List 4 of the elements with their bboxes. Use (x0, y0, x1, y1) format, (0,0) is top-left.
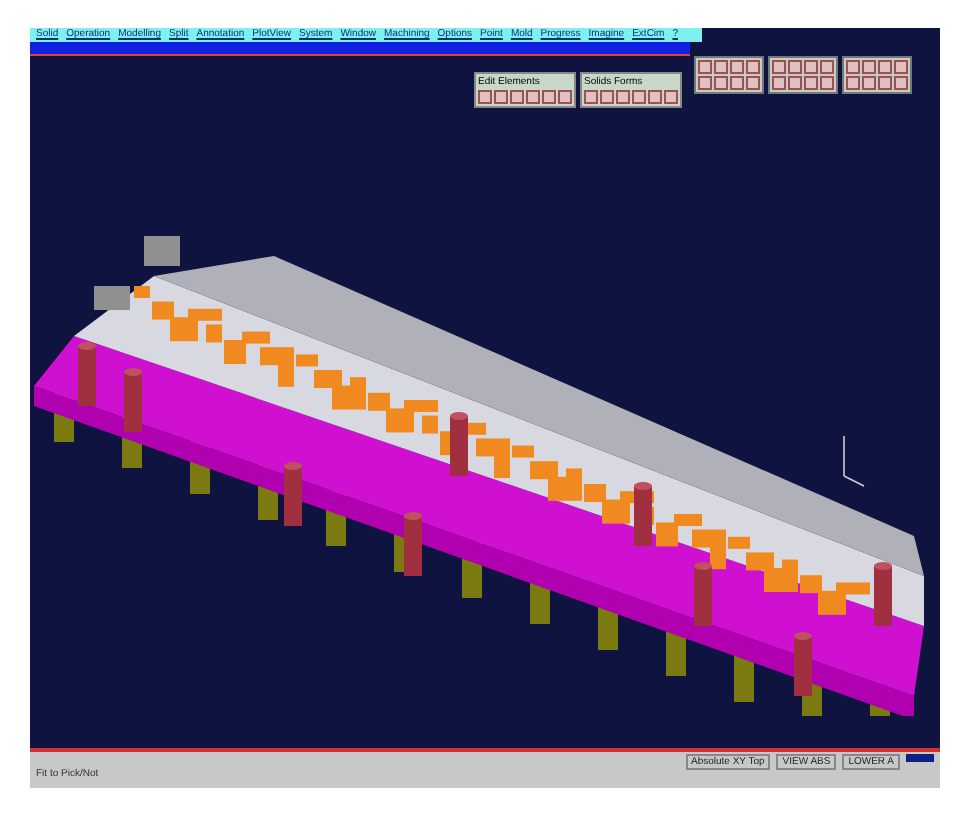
tool-palette[interactable] (768, 56, 838, 94)
indicator (906, 754, 934, 762)
tool-palette[interactable] (842, 56, 912, 94)
tool-palette[interactable] (694, 56, 764, 94)
